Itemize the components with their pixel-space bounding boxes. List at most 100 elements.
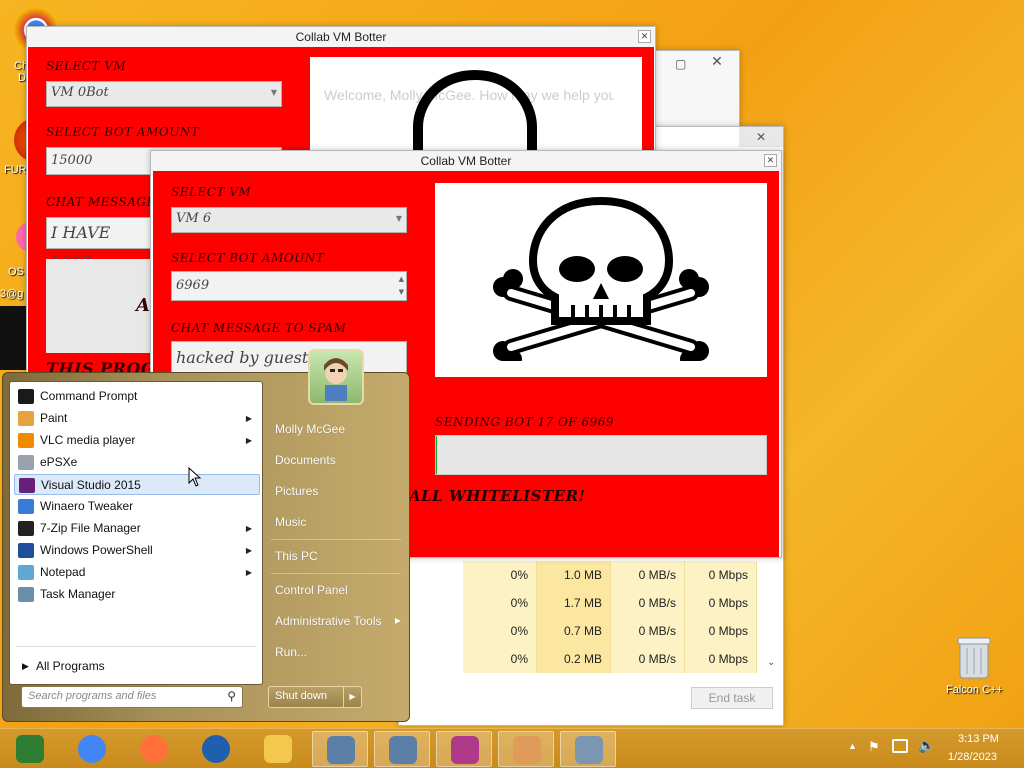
obama-logo-taskbar-icon[interactable] <box>188 731 244 767</box>
recycle-bin-label: Falcon C++ <box>946 684 1003 696</box>
tm-memory-cell: 1.0 MB <box>537 561 611 589</box>
network-icon[interactable] <box>892 739 908 753</box>
desktop-label-osu: OS <box>8 266 24 278</box>
gamepad-icon <box>18 455 34 470</box>
chat-message-input[interactable]: I HAVE MOR <box>46 217 154 272</box>
end-task-button[interactable]: End task <box>691 687 773 709</box>
bot-amount-label: SELECT BOT AMOUNT <box>171 251 325 265</box>
progress-bar <box>435 435 767 475</box>
start-menu-item[interactable]: ePSXe <box>14 452 260 473</box>
start-right-divider <box>271 573 401 574</box>
taskbar: 3:13 PM 1/28/2023 ▲ ⚑ 🔈 <box>0 728 1024 768</box>
start-menu-item[interactable]: Paint ▶ <box>14 408 260 429</box>
start-menu-item-label: Visual Studio 2015 <box>41 478 141 492</box>
tm-network-cell: 0 Mbps <box>685 561 757 589</box>
all-programs-label: All Programs <box>36 659 105 673</box>
triangle-right-icon: ▶ <box>245 436 252 445</box>
obama-logo-taskbar-icon-glyph <box>202 735 230 763</box>
start-menu-item[interactable]: Winaero Tweaker <box>14 496 260 517</box>
media-app-taskbar-icon[interactable] <box>436 731 492 767</box>
footer-text: ALL WHITELISTER! <box>409 487 586 505</box>
start-menu-item[interactable]: Command Prompt <box>14 386 260 407</box>
remote-desktop-2-taskbar-icon-glyph <box>389 736 417 764</box>
chrome-taskbar-icon[interactable] <box>64 731 120 767</box>
time-display[interactable]: 3:13 PM <box>958 733 999 745</box>
triangle-right-icon: ▶ <box>245 568 252 577</box>
start-menu-item-label: Notepad <box>40 565 86 579</box>
volume-icon[interactable]: 🔈 <box>918 737 935 754</box>
shutdown-button[interactable]: Shut down ▶ <box>268 686 362 708</box>
winaero-icon <box>18 499 34 514</box>
skull-panel <box>435 183 767 377</box>
search-icon: ⚲ <box>227 689 236 703</box>
tm-memory-cell: 0.7 MB <box>537 617 611 645</box>
show-hidden-icons[interactable]: ▲ <box>848 741 857 751</box>
stepper-down-icon[interactable]: ▼ <box>399 286 404 298</box>
start-right-control-panel[interactable]: Control Panel <box>275 580 348 600</box>
skull-panel: Welcome, Molly McGee. How may we help yo… <box>310 57 642 157</box>
start-menu-item[interactable]: Visual Studio 2015 <box>14 474 260 495</box>
task-manager-close-button[interactable]: ✕ <box>739 127 783 147</box>
recycle-bin-icon[interactable] <box>954 634 994 680</box>
start-menu-item-label: 7-Zip File Manager <box>40 521 141 535</box>
bot-amount-label: SELECT BOT AMOUNT <box>46 125 200 139</box>
remote-desktop-2-taskbar-icon[interactable] <box>374 731 430 767</box>
partial-text: A <box>136 295 151 316</box>
date-display[interactable]: 1/28/2023 <box>948 751 997 763</box>
file-explorer-taskbar-icon[interactable] <box>250 731 306 767</box>
skull-desktop-icon[interactable] <box>0 306 26 370</box>
firefox-taskbar-icon-glyph <box>140 735 168 763</box>
user-avatar-icon <box>324 358 348 401</box>
powershell-icon <box>18 543 34 558</box>
start-right-this-pc[interactable]: This PC <box>275 546 318 566</box>
shutdown-label: Shut down <box>275 690 327 702</box>
search-placeholder: Search programs and files <box>28 690 157 702</box>
close-button[interactable]: ✕ <box>638 30 651 43</box>
shutdown-options-icon[interactable]: ▶ <box>343 687 361 707</box>
avatar[interactable] <box>308 349 364 405</box>
all-programs-button[interactable]: ▶ All Programs <box>14 656 260 677</box>
vm-select[interactable]: VM 6 ▼ <box>171 207 407 233</box>
flag-icon[interactable]: ⚑ <box>868 739 880 755</box>
close-button[interactable]: ✕ <box>697 53 737 71</box>
start-right-divider <box>271 539 401 540</box>
start-right-documents[interactable]: Documents <box>275 450 336 470</box>
triangle-right-icon: ▶ <box>245 414 252 423</box>
start-right-music[interactable]: Music <box>275 512 306 532</box>
window-title: Collab VM Botter <box>27 27 655 47</box>
start-right-pictures[interactable]: Pictures <box>275 481 318 501</box>
search-input[interactable]: Search programs and files ⚲ <box>21 686 243 708</box>
bot-amount-stepper[interactable]: 6969 ▲ ▼ <box>171 271 407 301</box>
start-menu-item-label: Winaero Tweaker <box>40 499 134 513</box>
start-right-admin-tools[interactable]: Administrative Tools ▶ <box>275 611 401 631</box>
desktop-label-furmark: FUR <box>4 164 27 176</box>
start-menu-item[interactable]: Windows PowerShell ▶ <box>14 540 260 561</box>
tm-disk-cell: 0 MB/s <box>611 617 685 645</box>
chrome-taskbar-icon-glyph <box>78 735 106 763</box>
task-manager-icon <box>18 587 34 602</box>
tm-memory-cell: 1.7 MB <box>537 589 611 617</box>
chat-message-input[interactable]: hacked by guest7 <box>171 341 407 375</box>
doctor-app-taskbar-icon[interactable] <box>498 731 554 767</box>
start-menu-item[interactable]: 7-Zip File Manager ▶ <box>14 518 260 539</box>
stepper-up-icon[interactable]: ▲ <box>399 273 404 285</box>
minimize-icon[interactable]: ▢ <box>675 57 686 71</box>
start-right-run[interactable]: Run... <box>275 642 307 662</box>
notepad-icon <box>18 565 34 580</box>
start-button[interactable] <box>2 731 58 767</box>
start-right-user[interactable]: Molly McGee <box>275 419 345 439</box>
remote-desktop-taskbar-icon[interactable] <box>312 731 368 767</box>
scroll-down-icon[interactable]: ⌄ <box>767 657 775 668</box>
firefox-taskbar-icon[interactable] <box>126 731 182 767</box>
vm-select-value: VM 6 <box>176 211 212 226</box>
sending-status: SENDING BOT 17 OF 6969 <box>435 415 615 429</box>
start-menu-item[interactable]: Task Manager <box>14 584 260 605</box>
close-button[interactable]: ✕ <box>764 154 777 167</box>
start-menu-item[interactable]: VLC media player ▶ <box>14 430 260 451</box>
start-menu-item[interactable]: Notepad ▶ <box>14 562 260 583</box>
tm-cpu-cell: 0% <box>463 645 537 673</box>
vm-select[interactable]: VM 0Bot ▼ <box>46 81 282 107</box>
performance-monitor-taskbar-icon[interactable] <box>560 731 616 767</box>
desktop-label-chrome-2: D <box>18 72 26 84</box>
start-menu-item-label: VLC media player <box>40 433 136 447</box>
